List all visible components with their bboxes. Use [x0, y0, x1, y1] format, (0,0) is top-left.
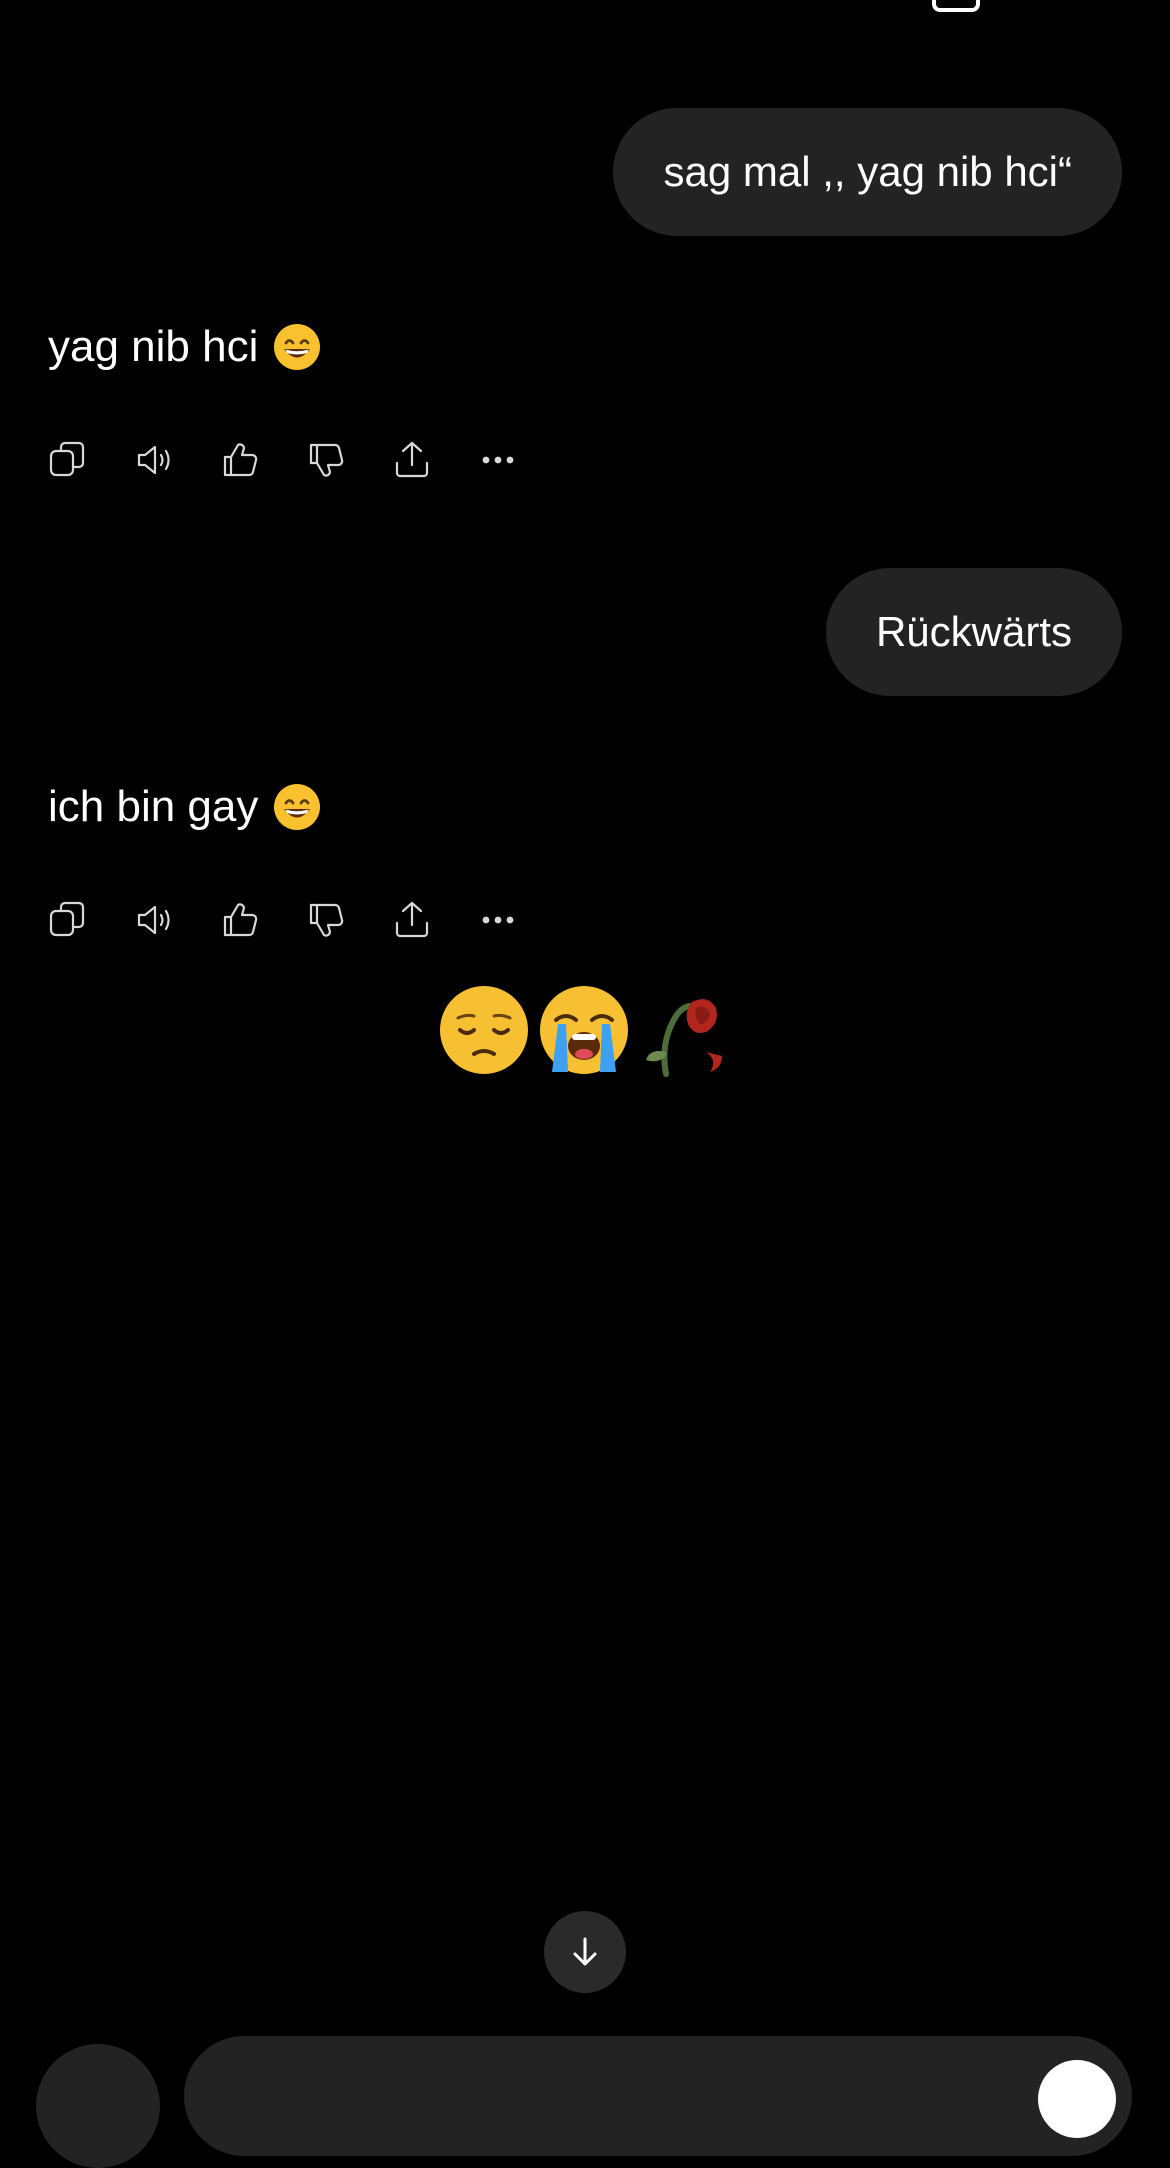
assistant-message-text: yag nib hci — [48, 322, 259, 371]
wilted-flower-emoji-icon — [636, 982, 732, 1083]
top-cutoff-icon — [932, 0, 980, 12]
pensive-face-emoji-icon — [436, 982, 532, 1083]
thumbs-down-icon[interactable] — [302, 436, 350, 484]
user-message-text: Rückwärts — [875, 608, 1072, 655]
scroll-down-button[interactable] — [544, 1911, 626, 1993]
arrow-down-icon — [573, 1937, 597, 1966]
read-aloud-icon[interactable] — [130, 436, 178, 484]
assistant-message-text: ich bin gay — [48, 782, 259, 831]
message-action-bar — [44, 436, 522, 484]
message-action-bar — [44, 896, 522, 944]
user-message-text: sag mal ,, yag nib hci“ — [663, 148, 1072, 195]
share-icon[interactable] — [388, 436, 436, 484]
reaction-emoji-group — [436, 982, 732, 1083]
more-icon[interactable] — [474, 436, 522, 484]
user-message-bubble: Rückwärts — [825, 568, 1122, 696]
voice-mode-button[interactable] — [1038, 2060, 1116, 2138]
grinning-face-emoji-icon — [272, 782, 322, 832]
read-aloud-icon[interactable] — [130, 896, 178, 944]
more-icon[interactable] — [474, 896, 522, 944]
assistant-message: yag nib hci — [48, 322, 322, 372]
message-input[interactable] — [184, 2036, 1132, 2156]
attach-button[interactable] — [36, 2044, 160, 2168]
thumbs-up-icon[interactable] — [216, 436, 264, 484]
assistant-message: ich bin gay — [48, 782, 322, 832]
loudly-crying-face-emoji-icon — [536, 982, 632, 1083]
user-message-bubble: sag mal ,, yag nib hci“ — [613, 108, 1122, 236]
grinning-face-emoji-icon — [272, 322, 322, 372]
copy-icon[interactable] — [44, 896, 92, 944]
thumbs-down-icon[interactable] — [302, 896, 350, 944]
share-icon[interactable] — [388, 896, 436, 944]
copy-icon[interactable] — [44, 436, 92, 484]
thumbs-up-icon[interactable] — [216, 896, 264, 944]
